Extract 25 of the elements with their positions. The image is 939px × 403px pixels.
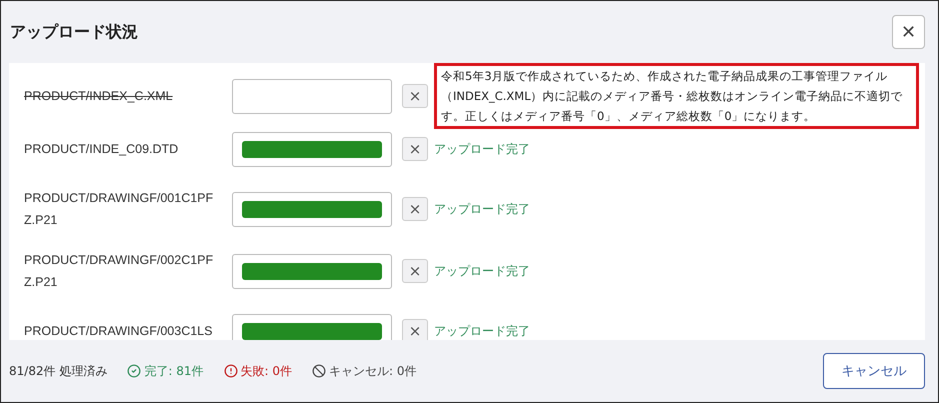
check-circle-icon xyxy=(127,364,142,378)
upload-status: アップロード完了 xyxy=(434,200,530,218)
done-count: 完了: 81件 xyxy=(144,362,204,380)
dialog-title: アップロード状況 xyxy=(10,22,138,42)
file-name: PRODUCT/DRAWINGF/003C1LS xyxy=(24,323,214,340)
cancel-file-button[interactable]: × xyxy=(402,197,428,221)
cancel-button[interactable]: キャンセル xyxy=(823,353,925,389)
cancelled-count: キャンセル: 0件 xyxy=(329,362,417,380)
failed-count: 失敗: 0件 xyxy=(240,362,292,380)
alert-circle-icon xyxy=(224,364,238,378)
error-message: 令和5年3月版で作成されているため、作成された電子納品成果の工事管理ファイル（INDEX_C.XML）内に記載のメディア番号・総枚数はオンライン電子納品に不適切です。正しくはメディア番号「0」、メディア総枚数「0」になります。 xyxy=(434,63,919,129)
cancel-file-button[interactable]: × xyxy=(402,259,428,283)
cancel-file-button[interactable]: × xyxy=(402,319,428,340)
upload-status: アップロード完了 xyxy=(434,140,530,158)
cancel-file-button[interactable]: × xyxy=(402,137,428,161)
file-name: PRODUCT/INDEX_C.XML xyxy=(24,88,174,105)
processed-count: 81/82件 処理済み xyxy=(9,362,108,380)
ban-icon xyxy=(312,364,326,378)
upload-status: アップロード完了 xyxy=(434,262,530,280)
close-button[interactable]: ✕ xyxy=(892,15,925,49)
cancel-file-button[interactable]: × xyxy=(402,84,428,108)
file-name: PRODUCT/INDE_C09.DTD xyxy=(24,141,180,158)
file-name: PRODUCT/DRAWINGF/001C1PFZ.P21 xyxy=(24,190,214,229)
file-name: PRODUCT/DRAWINGF/002C1PFZ.P21 xyxy=(24,252,214,291)
upload-status: アップロード完了 xyxy=(434,322,530,340)
